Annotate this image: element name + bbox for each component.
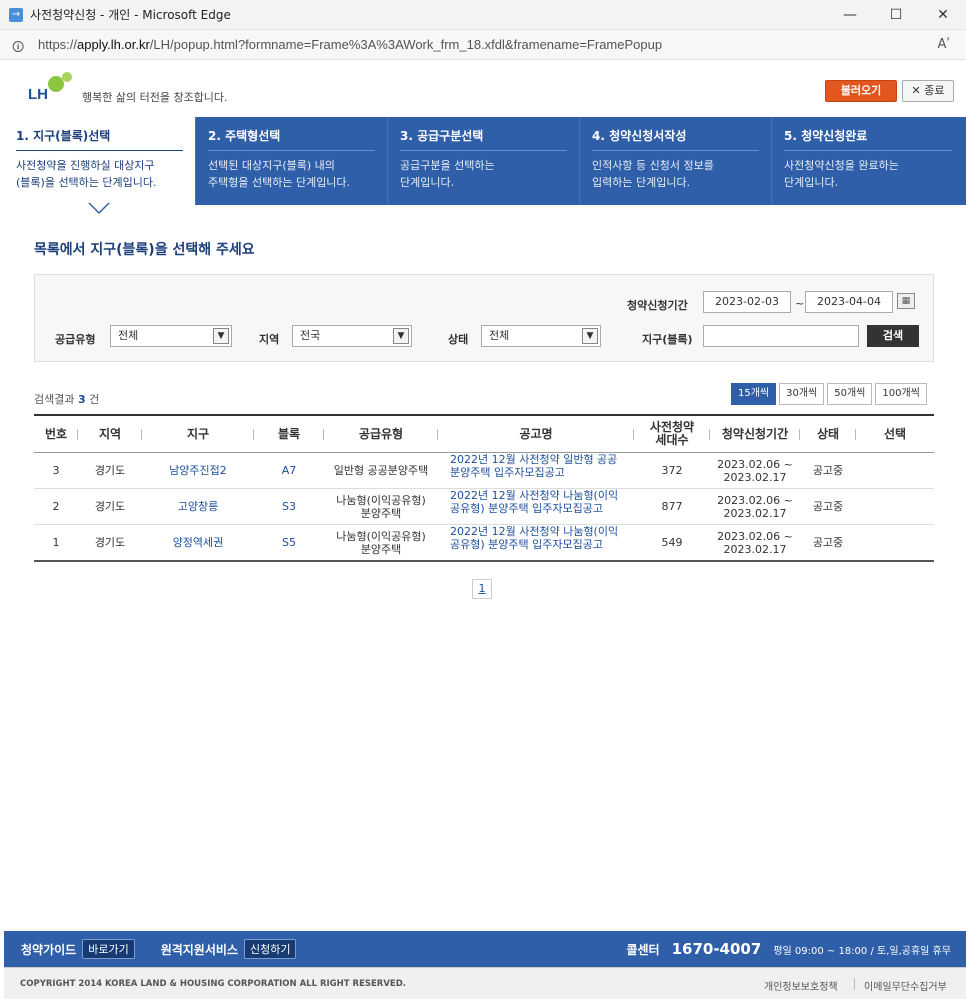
col-no: 번호 [34, 416, 78, 452]
copyright-text: COPYRIGHT 2014 KOREA LAND & HOUSING CORP… [20, 978, 407, 989]
window-title: 사전청약신청 - 개인 - Microsoft Edge [30, 8, 231, 22]
notice-link[interactable]: 2022년 12월 사전청약 나눔형(이익 공유형) 분양주택 입주자모집공고 [438, 489, 634, 524]
notice-link[interactable]: 2022년 12월 사전청약 일반형 공공 분양주택 입주자모집공고 [438, 453, 634, 488]
page-header: LH 행복한 삶의 터전을 창조합니다. 불러오기 ✕ 종료 [0, 60, 966, 116]
district-input[interactable] [703, 325, 859, 347]
edge-page-icon: → [9, 7, 23, 22]
copyright-bar: COPYRIGHT 2014 KOREA LAND & HOUSING CORP… [4, 967, 966, 999]
page-size-15[interactable]: 15개씩 [731, 383, 777, 405]
page-size-50[interactable]: 50개씩 [827, 383, 873, 405]
date-separator: ~ [795, 297, 805, 310]
callcenter-label: 콜센터 [626, 942, 660, 957]
region-select[interactable]: 전국 ▼ [292, 325, 412, 347]
step-4: 4. 청약신청서작성 인적사항 등 신청서 정보를 입력하는 단계입니다. [580, 117, 772, 205]
select-cell[interactable] [856, 525, 934, 560]
chevron-down-icon: ▼ [213, 328, 229, 344]
table-header: 번호 지역 지구 블록 공급유형 공고명 사전청약 세대수 청약신청기간 상태 … [34, 416, 934, 453]
district-table: 번호 지역 지구 블록 공급유형 공고명 사전청약 세대수 청약신청기간 상태 … [34, 414, 934, 562]
page-size-30[interactable]: 30개씩 [779, 383, 825, 405]
page-1-link[interactable]: 1 [472, 579, 492, 599]
remote-support-label: 원격지원서비스 [160, 942, 238, 957]
privacy-policy-link[interactable]: 개인정보보호정책 [764, 978, 838, 993]
step-5: 5. 청약신청완료 사전청약신청을 완료하는 단계입니다. [772, 117, 964, 205]
district-label: 지구(블록) [642, 333, 693, 346]
status-label: 상태 [448, 333, 469, 346]
block-link[interactable]: A7 [254, 453, 324, 488]
supply-type-select[interactable]: 전체 ▼ [110, 325, 232, 347]
guide-label: 청약가이드 [21, 942, 77, 957]
col-units: 사전청약 세대수 [634, 416, 710, 452]
chevron-down-icon: ▼ [582, 328, 598, 344]
search-button[interactable]: 검색 [867, 325, 919, 347]
load-button[interactable]: 불러오기 [825, 80, 897, 102]
col-block: 블록 [254, 416, 324, 452]
page-size-100[interactable]: 100개씩 [875, 383, 927, 405]
col-notice: 공고명 [438, 416, 634, 452]
district-link[interactable]: 남양주진접2 [142, 453, 254, 488]
address-bar[interactable]: 🛈 https://apply.lh.or.kr/LH/popup.html?f… [0, 30, 966, 60]
lh-logo: LH [28, 70, 78, 104]
minimize-button[interactable]: — [827, 0, 873, 30]
exit-button[interactable]: ✕ 종료 [902, 80, 954, 102]
close-window-button[interactable]: ✕ [920, 0, 966, 30]
block-link[interactable]: S3 [254, 489, 324, 524]
table-row[interactable]: 3 경기도 남양주진접2 A7 일반형 공공분양주택 2022년 12월 사전청… [34, 453, 934, 489]
email-refusal-link[interactable]: 이메일무단수집거부 [864, 978, 947, 993]
select-cell[interactable] [856, 489, 934, 524]
slogan: 행복한 삶의 터전을 창조합니다. [82, 91, 228, 104]
supply-type-label: 공급유형 [55, 333, 96, 346]
date-to-input[interactable]: 2023-04-04 [805, 291, 893, 313]
search-panel: 청약신청기간 2023-02-03 ~ 2023-04-04 ▦ 공급유형 전체… [34, 274, 934, 362]
step-1: 1. 지구(블록)선택 사전청약을 진행하실 대상지구 (블록)을 선택하는 단계… [4, 117, 196, 205]
col-supply-type: 공급유형 [324, 416, 438, 452]
maximize-button[interactable]: ☐ [873, 0, 919, 30]
remote-support-button[interactable]: 신청하기 [243, 939, 297, 959]
calendar-icon[interactable]: ▦ [897, 293, 915, 309]
region-label: 지역 [259, 333, 280, 346]
table-row[interactable]: 1 경기도 양정역세권 S5 나눔형(이익공유형) 분양주택 2022년 12월 … [34, 525, 934, 560]
date-from-input[interactable]: 2023-02-03 [703, 291, 791, 313]
result-count: 검색결과 3 건 [34, 393, 100, 406]
col-period: 청약신청기간 [710, 416, 800, 452]
chevron-down-icon: ▼ [393, 328, 409, 344]
read-aloud-icon[interactable]: Aʹ [937, 37, 950, 52]
step-navigation: 1. 지구(블록)선택 사전청약을 진행하실 대상지구 (블록)을 선택하는 단계… [4, 117, 966, 205]
block-link[interactable]: S5 [254, 525, 324, 560]
step-3: 3. 공급구분선택 공급구분을 선택하는 단계입니다. [388, 117, 580, 205]
page-size-selector: 15개씩 30개씩 50개씩 100개씩 [728, 383, 927, 405]
col-district: 지구 [142, 416, 254, 452]
status-select[interactable]: 전체 ▼ [481, 325, 601, 347]
col-status: 상태 [800, 416, 856, 452]
select-cell[interactable] [856, 453, 934, 488]
page-info-icon[interactable]: 🛈 [12, 38, 26, 54]
period-label: 청약신청기간 [627, 299, 688, 312]
step-2: 2. 주택형선택 선택된 대상지구(블록) 내의 주택형을 선택하는 단계입니다. [196, 117, 388, 205]
col-region: 지역 [78, 416, 142, 452]
callcenter-phone: 1670-4007 [671, 940, 762, 958]
district-link[interactable]: 양정역세권 [142, 525, 254, 560]
notice-link[interactable]: 2022년 12월 사전청약 나눔형(이익 공유형) 분양주택 입주자모집공고 [438, 525, 634, 560]
url-text[interactable]: https://apply.lh.or.kr/LH/popup.html?for… [38, 37, 662, 52]
district-link[interactable]: 고양창릉 [142, 489, 254, 524]
callcenter-hours: 평일 09:00 ~ 18:00 / 토,일,공휴일 휴무 [773, 945, 951, 957]
col-select: 선택 [883, 426, 907, 441]
guide-button[interactable]: 바로가기 [82, 939, 135, 959]
page-title: 목록에서 지구(블록)을 선택해 주세요 [34, 242, 255, 258]
window-titlebar: → 사전청약신청 - 개인 - Microsoft Edge — ☐ ✕ [0, 0, 966, 30]
table-row[interactable]: 2 경기도 고양창릉 S3 나눔형(이익공유형) 분양주택 2022년 12월 사… [34, 489, 934, 525]
footer-bar: 청약가이드 바로가기 원격지원서비스 신청하기 콜센터 1670-4007 평일… [4, 931, 966, 967]
